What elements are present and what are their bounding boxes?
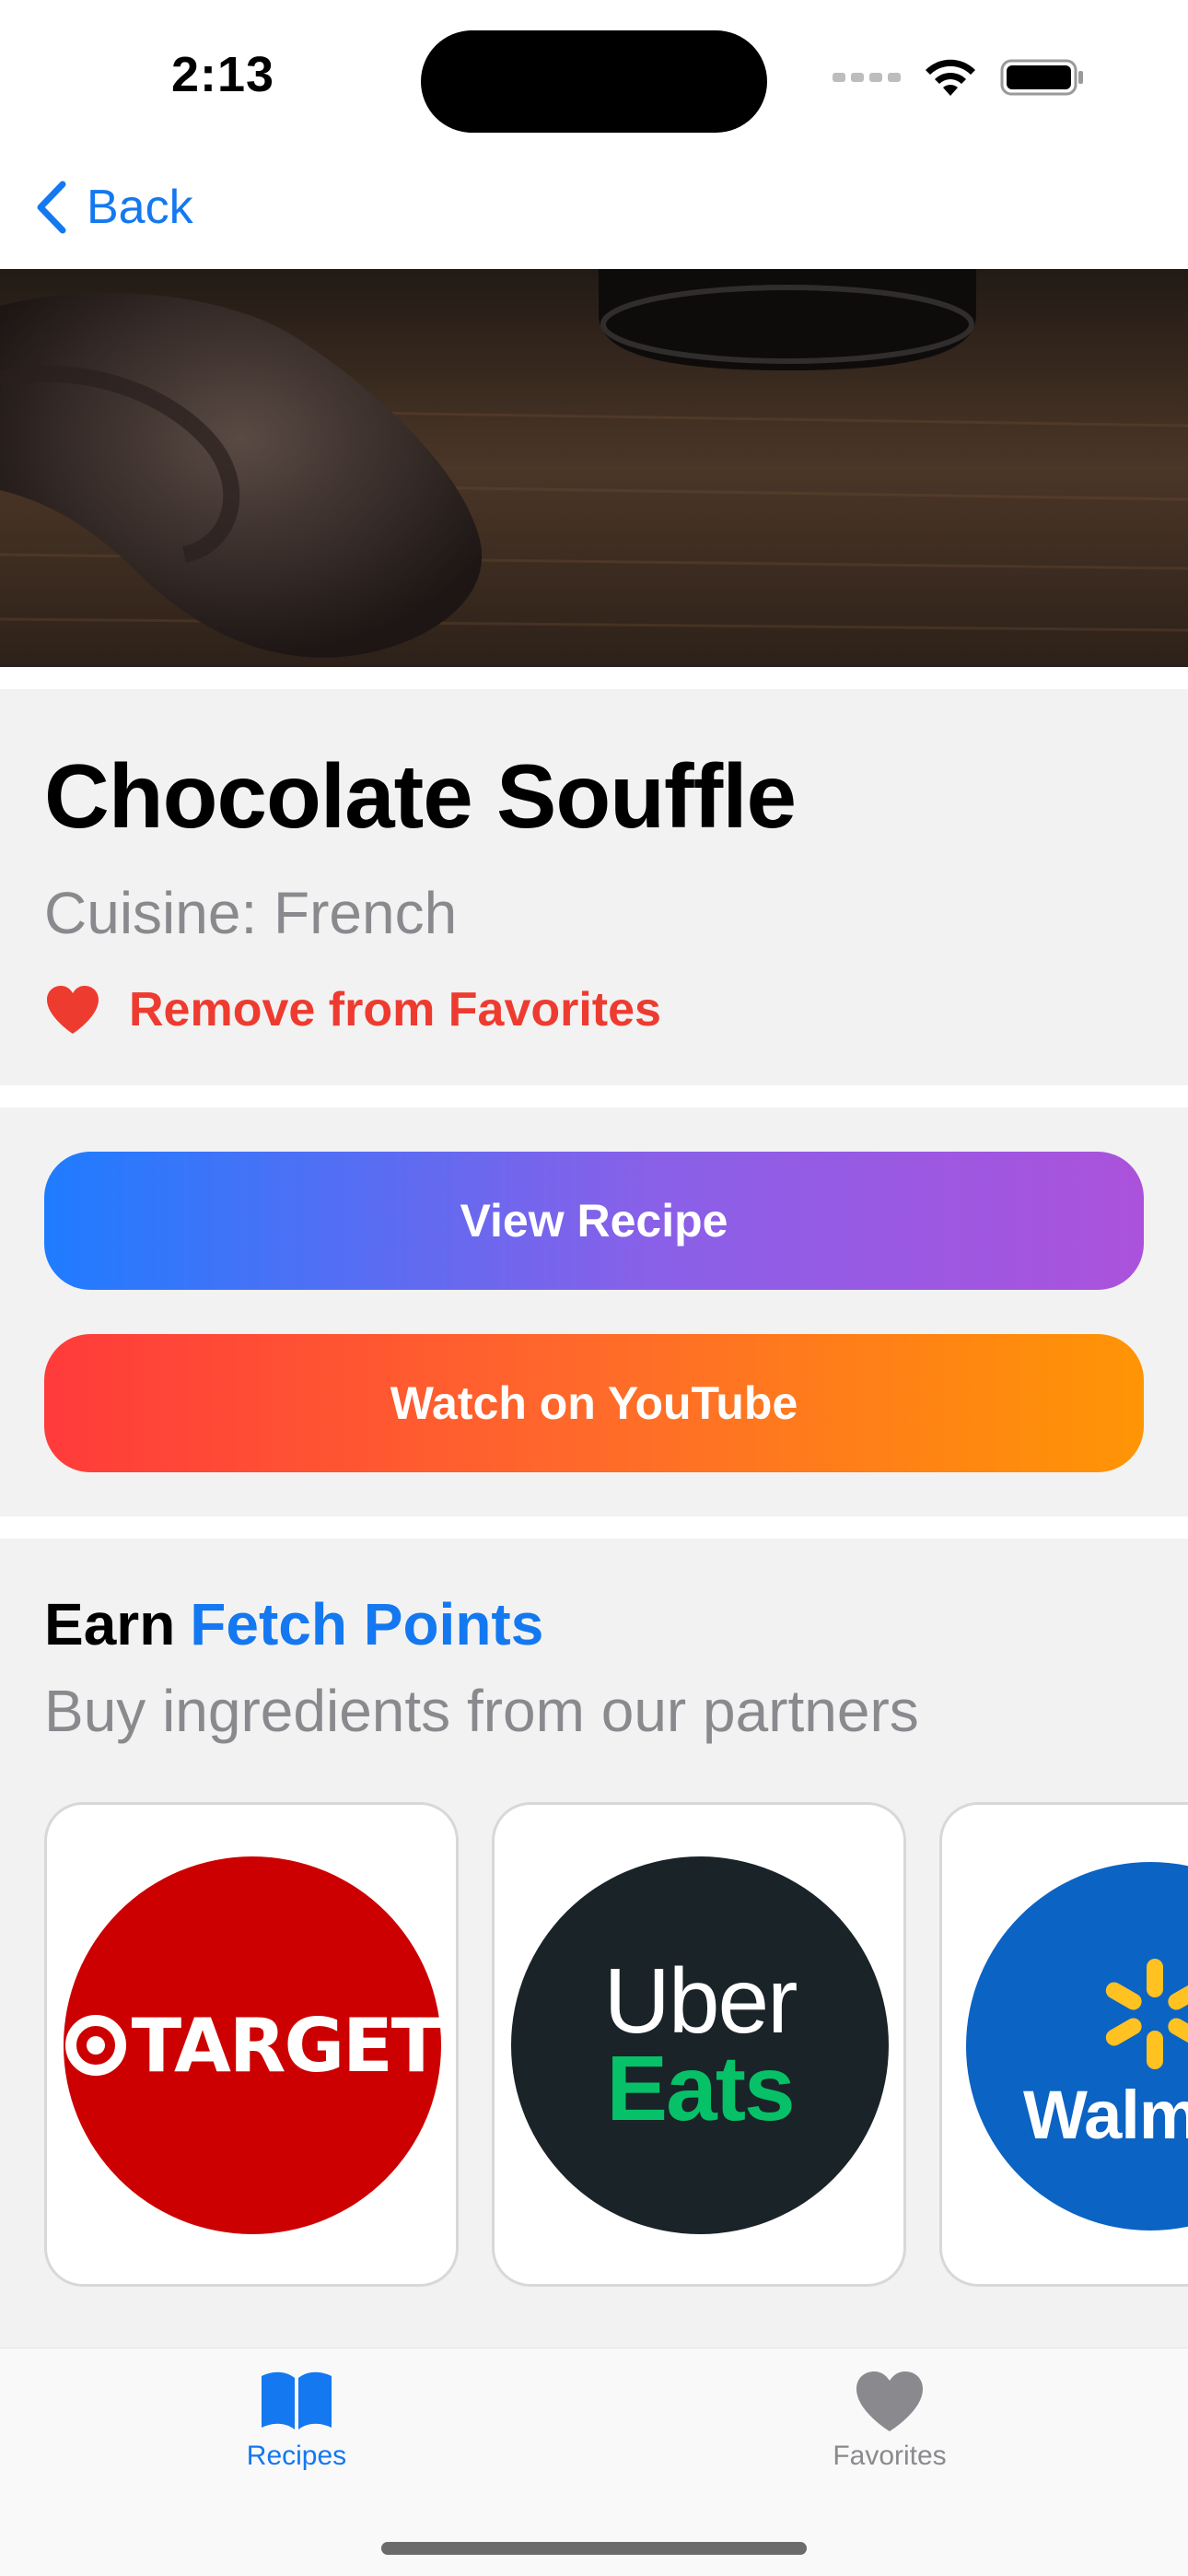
recipe-hero-image [0, 269, 1188, 667]
status-indicators [833, 55, 1085, 100]
book-icon [262, 2371, 332, 2430]
partner-carousel[interactable]: TARGET Uber Eats Walm [44, 1802, 1188, 2287]
target-logo-text: TARGET [131, 2002, 442, 2089]
tab-bar: Recipes Favorites [0, 2348, 1188, 2576]
walmart-logo-text: Walm [1023, 2077, 1188, 2153]
partners-heading: Earn Fetch Points [44, 1590, 543, 1658]
recipe-actions-section: View Recipe Watch on YouTube [0, 1107, 1188, 1516]
battery-icon [1000, 59, 1083, 96]
back-button[interactable]: Back [33, 179, 193, 236]
walmart-logo: Walm [966, 1862, 1188, 2231]
back-label: Back [87, 181, 193, 234]
recipe-cuisine: Cuisine: French [44, 880, 458, 946]
hero-photo [0, 269, 1188, 667]
heart-icon [856, 2371, 923, 2431]
remove-favorite-button[interactable]: Remove from Favorites [44, 982, 661, 1037]
favorite-label: Remove from Favorites [129, 983, 661, 1036]
navigation-bar: Back [0, 157, 1188, 269]
target-logo: TARGET [64, 1856, 441, 2234]
walmart-spark-icon [1105, 1959, 1188, 2069]
tab-favorites[interactable]: Favorites [770, 2369, 1009, 2472]
heart-icon [47, 986, 99, 1034]
recipe-info-section: Chocolate Souffle Cuisine: French Remove… [0, 689, 1188, 1085]
tab-favorites-label: Favorites [833, 2441, 947, 2471]
cellular-signal-icon [833, 73, 901, 82]
tab-recipes-label: Recipes [246, 2441, 347, 2471]
tab-recipes[interactable]: Recipes [177, 2369, 416, 2472]
status-bar: 2:13 [0, 0, 1188, 157]
chevron-left-icon [37, 181, 66, 234]
view-recipe-label: View Recipe [460, 1195, 728, 1247]
home-indicator[interactable] [381, 2542, 807, 2555]
watch-youtube-button[interactable]: Watch on YouTube [44, 1334, 1144, 1472]
eats-logo-text: Eats [606, 2037, 795, 2140]
watch-youtube-label: Watch on YouTube [390, 1377, 798, 1429]
partners-section: Earn Fetch Points Buy ingredients from o… [0, 1539, 1188, 2349]
partner-tile-target[interactable]: TARGET [44, 1802, 459, 2287]
status-time: 2:13 [171, 47, 275, 102]
heading-accent: Fetch Points [190, 1591, 544, 1657]
bullseye-icon [64, 2015, 126, 2076]
wifi-icon [926, 59, 975, 96]
recipe-title: Chocolate Souffle [44, 745, 797, 847]
partner-tile-uber-eats[interactable]: Uber Eats [492, 1802, 906, 2287]
partners-subtitle: Buy ingredients from our partners [44, 1678, 919, 1744]
recipe-detail-screen: 2:13 Back Chocolate Souffle Cuisine: Fre… [0, 0, 1188, 2576]
uber-logo-text: Uber [603, 1950, 798, 2053]
dynamic-island [421, 30, 767, 133]
partner-tile-walmart[interactable]: Walm [939, 1802, 1188, 2287]
heading-prefix: Earn [44, 1591, 176, 1657]
view-recipe-button[interactable]: View Recipe [44, 1152, 1144, 1290]
uber-eats-logo: Uber Eats [511, 1856, 889, 2234]
